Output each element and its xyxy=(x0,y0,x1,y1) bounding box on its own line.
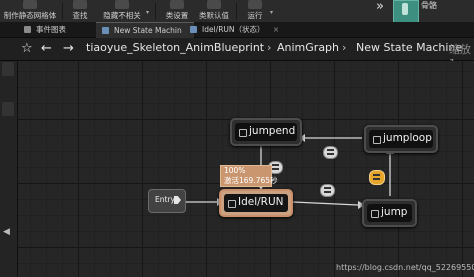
breadcrumb-animgraph[interactable]: AnimGraph xyxy=(277,41,339,54)
progress-percent: 100% xyxy=(224,166,246,175)
entry-label: Entry xyxy=(155,195,175,204)
skeleton-figure-icon xyxy=(402,3,408,15)
tab-new-state-machine[interactable]: New State Machin × xyxy=(96,22,196,38)
state-icon xyxy=(371,210,379,218)
state-icon xyxy=(239,129,247,137)
state-jumpend[interactable]: jumpend xyxy=(230,118,302,146)
close-icon[interactable]: × xyxy=(273,25,279,34)
watermark-text: https://blog.csdn.net/qq_52269550 xyxy=(336,263,474,272)
document-tabs: 事件图表 New State Machin × Idel/RUN（状态） × xyxy=(0,22,474,38)
play-label: 运行 xyxy=(247,11,263,20)
entry-node[interactable]: Entry xyxy=(148,189,186,213)
toolbar-divider xyxy=(155,3,156,20)
hide-unrelated-button[interactable]: 隐藏不相关 xyxy=(98,0,146,22)
tab-event-graph[interactable]: 事件图表 xyxy=(18,22,100,37)
forward-arrow-icon[interactable]: → xyxy=(63,41,74,56)
state-machine-graph[interactable]: Entry 100% 激活169.765秒 jumpend jumploop I… xyxy=(18,61,474,277)
state-jump[interactable]: jump xyxy=(362,199,417,227)
hide-icon xyxy=(115,0,129,9)
make-static-mesh-label: 制作静态网格体 xyxy=(3,11,57,20)
transition-rule-icon[interactable] xyxy=(320,184,335,197)
collapse-arrow-icon[interactable]: ◀ xyxy=(3,227,10,237)
make-static-mesh-button[interactable]: 制作静态网格体 xyxy=(0,0,60,22)
exec-pin-icon[interactable] xyxy=(174,196,181,204)
idle-to-jump-wire xyxy=(292,201,359,206)
breadcrumb: ☆ ← → tiaoyue_Skeleton_AnimBlueprint › A… xyxy=(0,38,474,70)
toolbar-overflow-button[interactable]: » xyxy=(376,0,384,14)
breadcrumb-blueprint[interactable]: tiaoyue_Skeleton_AnimBlueprint xyxy=(86,41,264,54)
state-icon xyxy=(228,200,236,208)
class-settings-icon xyxy=(170,0,184,9)
breadcrumb-separator: › xyxy=(267,41,272,54)
class-settings-label: 类设置 xyxy=(165,11,189,20)
transition-rule-icon[interactable] xyxy=(323,146,338,159)
play-button[interactable]: 运行 xyxy=(242,0,268,22)
tab-idle-run-state[interactable]: Idel/RUN（状态） × xyxy=(184,22,292,37)
active-transition-rule-icon[interactable] xyxy=(369,170,385,185)
state-jumploop[interactable]: jumploop xyxy=(364,125,438,153)
tab-label: Idel/RUN（状态） xyxy=(202,25,265,34)
find-label: 查找 xyxy=(72,11,88,20)
play-dropdown-icon[interactable]: ▾ xyxy=(270,9,273,16)
state-machine-icon xyxy=(102,27,109,34)
toolbar-divider xyxy=(62,3,63,20)
state-icon xyxy=(373,136,381,144)
class-settings-button[interactable]: 类设置 xyxy=(160,0,194,22)
breadcrumb-state-machine[interactable]: New State Machine xyxy=(356,41,462,54)
state-progress-box: 100% 激活169.765秒 xyxy=(220,165,278,187)
tab-label: New State Machin xyxy=(114,26,182,35)
hide-unrelated-dropdown-icon[interactable]: ▾ xyxy=(146,9,149,16)
state-icon xyxy=(190,26,197,33)
left-panel-button[interactable] xyxy=(2,62,14,76)
progress-detail: 激活169.765秒 xyxy=(224,176,278,185)
breadcrumb-separator: › xyxy=(342,41,347,54)
state-label: Idel/RUN xyxy=(238,196,284,208)
state-label: jumpend xyxy=(249,125,296,137)
find-button[interactable]: 查找 xyxy=(66,0,94,22)
state-label: jump xyxy=(381,206,408,218)
toolbar-divider xyxy=(236,3,237,20)
tab-label: 事件图表 xyxy=(36,25,66,34)
static-mesh-icon xyxy=(23,0,37,9)
state-idle-run[interactable]: Idel/RUN xyxy=(219,189,293,217)
class-defaults-label: 类默认值 xyxy=(199,11,229,20)
graph-icon xyxy=(24,26,31,33)
main-toolbar: 制作静态网格体 查找 隐藏不相关 ▾ 类设置 类默认值 运行 ▾ » 骨骼 xyxy=(0,0,474,24)
left-panel-button[interactable] xyxy=(2,102,14,116)
search-icon xyxy=(73,0,87,9)
hide-unrelated-label: 隐藏不相关 xyxy=(103,11,141,20)
skeleton-thumbnail[interactable] xyxy=(393,0,419,24)
back-arrow-icon[interactable]: ← xyxy=(41,41,52,56)
skeleton-mode-label[interactable]: 骨骼 xyxy=(421,0,437,11)
class-defaults-button[interactable]: 类默认值 xyxy=(196,0,232,22)
state-label: jumploop xyxy=(383,132,432,144)
play-icon xyxy=(248,0,262,9)
class-defaults-icon xyxy=(207,0,221,9)
star-icon[interactable]: ☆ xyxy=(21,41,33,56)
